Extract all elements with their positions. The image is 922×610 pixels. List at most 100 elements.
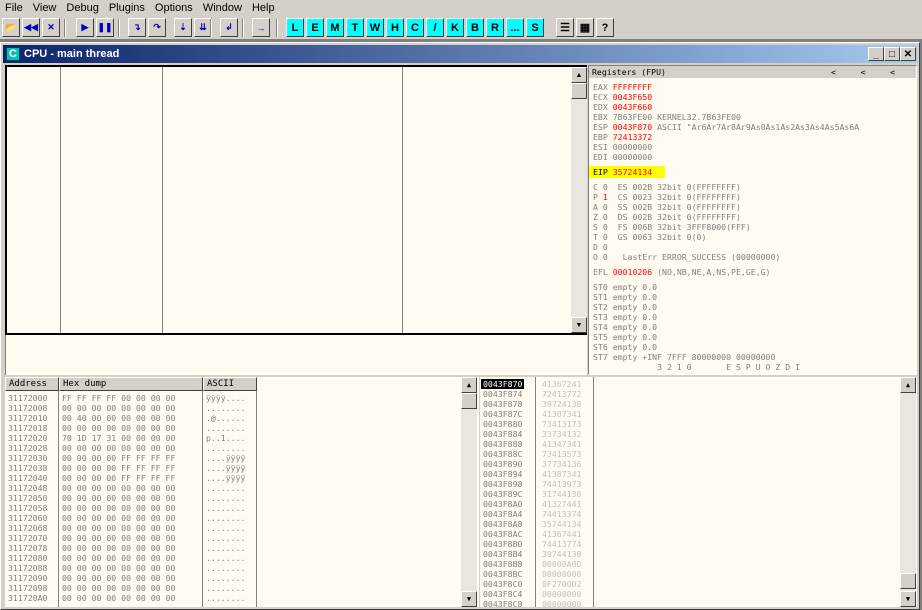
toolbar-letter-button[interactable]: R bbox=[486, 18, 504, 37]
dump-row[interactable]: 31172070 00 00 00 00 00 00 00 00........ bbox=[5, 533, 445, 543]
scroll-up-button[interactable]: ▲ bbox=[571, 67, 587, 83]
scroll-thumb[interactable] bbox=[571, 83, 587, 99]
register-value[interactable]: 00010206 bbox=[613, 267, 652, 277]
grid-button[interactable]: ▦ bbox=[576, 18, 594, 37]
stack-row[interactable]: 0043F888 41347341 bbox=[480, 439, 900, 449]
disassembly-scrollbar[interactable]: ▲ ▼ bbox=[571, 67, 587, 333]
stack-row[interactable]: 0043F870 41367241 bbox=[480, 379, 900, 389]
stack-row[interactable]: 0043F898 74413973 bbox=[480, 479, 900, 489]
register-row-edi[interactable]: EDI 00000000 bbox=[593, 152, 652, 162]
dump-scrollbar[interactable]: ▲ ▼ bbox=[461, 377, 477, 607]
scroll-down-button[interactable]: ▼ bbox=[461, 591, 477, 607]
flag-row-o[interactable]: O 0 LastErr ERROR_SUCCESS (00000000) bbox=[593, 252, 780, 262]
dump-row[interactable]: 31172050 00 00 00 00 00 00 00 00........ bbox=[5, 493, 445, 503]
dump-row[interactable]: 31172078 00 00 00 00 00 00 00 00........ bbox=[5, 543, 445, 553]
register-row-esi[interactable]: ESI 00000000 bbox=[593, 142, 652, 152]
register-row-eax[interactable]: EAX FFFFFFFF bbox=[593, 82, 652, 92]
flag-value[interactable]: 0 bbox=[603, 212, 608, 222]
maximize-button[interactable]: □ bbox=[884, 47, 900, 61]
run-button[interactable]: ▶ bbox=[76, 18, 94, 37]
trace-into-button[interactable]: ⇣ bbox=[174, 18, 192, 37]
flag-row-t[interactable]: T 0 GS 0063 32bit 0(0) bbox=[593, 232, 706, 242]
flag-row-s[interactable]: S 0 FS 006B 32bit 3FFF8000(FFF) bbox=[593, 222, 751, 232]
info-pane[interactable] bbox=[5, 335, 587, 375]
dump-row[interactable]: 31172090 00 00 00 00 00 00 00 00........ bbox=[5, 573, 445, 583]
scroll-down-button[interactable]: ▼ bbox=[571, 317, 587, 333]
stack-row[interactable]: 0043F874 72413772 bbox=[480, 389, 900, 399]
stack-row[interactable]: 0043F89C 31744130 bbox=[480, 489, 900, 499]
register-value[interactable]: 35724134 bbox=[613, 167, 652, 177]
registers-header-arrows[interactable]: < < < bbox=[831, 67, 895, 77]
flag-value[interactable]: 0 bbox=[603, 252, 608, 262]
fpu-register-row[interactable]: ST7 empty +INF 7FFF 80000000 00000000 bbox=[593, 352, 775, 362]
toolbar-letter-button[interactable]: C bbox=[406, 18, 424, 37]
fpu-register-row[interactable]: 3 2 1 0 E S P U O Z D I bbox=[593, 362, 800, 372]
stack-row[interactable]: 0043F8C0 0F270002 bbox=[480, 579, 900, 589]
dump-header-address[interactable]: Address bbox=[5, 377, 59, 391]
dump-row[interactable]: 31172008 00 00 00 00 00 00 00 00........ bbox=[5, 403, 445, 413]
close-program-button[interactable]: ✕ bbox=[42, 18, 60, 37]
register-row-esp[interactable]: ESP 0043F870 ASCII "Ar6Ar7Ar8Ar9As0As1As… bbox=[593, 122, 859, 132]
fpu-register-row[interactable]: ST5 empty 0.0 bbox=[593, 332, 657, 342]
dump-row[interactable]: 31172058 00 00 00 00 00 00 00 00........ bbox=[5, 503, 445, 513]
scroll-up-button[interactable]: ▲ bbox=[900, 377, 916, 393]
stack-row[interactable]: 0043F8B4 39744138 bbox=[480, 549, 900, 559]
menu-debug[interactable]: Debug bbox=[61, 0, 103, 17]
dump-row[interactable]: 31172010 00 40 00 00 00 00 00 00 .@...... bbox=[5, 413, 445, 423]
dump-row[interactable]: 31172020 70 1D 17 31 00 00 00 00 p..1.... bbox=[5, 433, 445, 443]
toolbar-letter-button[interactable]: T bbox=[346, 18, 364, 37]
dump-row[interactable]: 31172098 00 00 00 00 00 00 00 00........ bbox=[5, 583, 445, 593]
register-value[interactable]: 0043F870 bbox=[613, 122, 652, 132]
list-button[interactable]: ☰ bbox=[556, 18, 574, 37]
flag-value[interactable]: 0 bbox=[603, 222, 608, 232]
fpu-register-row[interactable]: FST 0000 Cond 0 0 0 0 Err 0 0 0 0 0 0 0 … bbox=[593, 372, 835, 374]
dump-row[interactable]: 31172018 00 00 00 00 00 00 00 00........ bbox=[5, 423, 445, 433]
menu-window[interactable]: Window bbox=[198, 0, 247, 17]
dump-row[interactable]: 31172000 FF FF FF FF 00 00 00 00 ÿÿÿÿ.... bbox=[5, 393, 445, 403]
flag-value[interactable]: 1 bbox=[603, 192, 608, 202]
stack-row[interactable]: 0043F8C4 00000000 bbox=[480, 589, 900, 599]
registers-pane[interactable]: Registers (FPU) < < < EAX FFFFFFFF ECX 00… bbox=[588, 65, 917, 375]
step-over-button[interactable]: ↷ bbox=[148, 18, 166, 37]
dump-row[interactable]: 31172088 00 00 00 00 00 00 00 00........ bbox=[5, 563, 445, 573]
register-value[interactable]: 00000000 bbox=[613, 142, 652, 152]
dump-row[interactable]: 31172080 00 00 00 00 00 00 00 00........ bbox=[5, 553, 445, 563]
register-value[interactable]: 72413372 bbox=[613, 132, 652, 142]
register-row-ecx[interactable]: ECX 0043F650 bbox=[593, 92, 652, 102]
window-titlebar[interactable]: C CPU - main thread _ □ ✕ bbox=[3, 45, 917, 63]
register-value[interactable]: 7B63FE00 bbox=[613, 112, 652, 122]
register-row-edx[interactable]: EDX 0043F660 bbox=[593, 102, 652, 112]
stack-row[interactable]: 0043F87C 41307341 bbox=[480, 409, 900, 419]
menu-help[interactable]: Help bbox=[247, 0, 280, 17]
step-into-button[interactable]: ↴ bbox=[128, 18, 146, 37]
fpu-register-row[interactable]: ST2 empty 0.0 bbox=[593, 302, 657, 312]
stack-row[interactable]: 0043F890 37734136 bbox=[480, 459, 900, 469]
dump-row[interactable]: 31172030 00 00 00 00 FF FF FF FF ....ÿÿÿÿ bbox=[5, 453, 445, 463]
stack-row[interactable]: 0043F880 73413173 bbox=[480, 419, 900, 429]
stack-row[interactable]: 0043F884 33734132 bbox=[480, 429, 900, 439]
register-value[interactable]: 0043F650 bbox=[613, 92, 652, 102]
dump-row[interactable]: 31172068 00 00 00 00 00 00 00 00........ bbox=[5, 523, 445, 533]
flag-row-c[interactable]: C 0 ES 002B 32bit 0(FFFFFFFF) bbox=[593, 182, 741, 192]
toolbar-letter-button[interactable]: ... bbox=[506, 18, 524, 37]
close-window-button[interactable]: ✕ bbox=[900, 47, 916, 61]
menu-file[interactable]: File bbox=[0, 0, 28, 17]
stack-row[interactable]: 0043F8C8 00000000 bbox=[480, 599, 900, 607]
register-value[interactable]: 00000000 bbox=[613, 152, 652, 162]
dump-pane[interactable]: Address Hex dump ASCII 31172000 FF FF FF … bbox=[5, 377, 479, 607]
register-row-ebx[interactable]: EBX 7B63FE00 KERNEL32.7B63FE00 bbox=[593, 112, 741, 122]
toolbar-letter-button[interactable]: S bbox=[526, 18, 544, 37]
fpu-register-row[interactable]: ST4 empty 0.0 bbox=[593, 322, 657, 332]
scroll-down-button[interactable]: ▼ bbox=[900, 591, 916, 607]
stack-row[interactable]: 0043F8A0 41327441 bbox=[480, 499, 900, 509]
stack-row[interactable]: 0043F878 39724138 bbox=[480, 399, 900, 409]
stack-scrollbar[interactable]: ▲ ▼ bbox=[900, 377, 916, 607]
stack-row[interactable]: 0043F8A8 35744134 bbox=[480, 519, 900, 529]
menu-plugins[interactable]: Plugins bbox=[104, 0, 150, 17]
goto-button[interactable]: → bbox=[252, 18, 270, 37]
dump-row[interactable]: 31172060 00 00 00 00 00 00 00 00........ bbox=[5, 513, 445, 523]
flag-value[interactable]: 0 bbox=[603, 202, 608, 212]
register-value[interactable]: FFFFFFFF bbox=[613, 82, 652, 92]
register-value[interactable]: 0043F660 bbox=[613, 102, 652, 112]
register-row-ebp[interactable]: EBP 72413372 bbox=[593, 132, 652, 142]
